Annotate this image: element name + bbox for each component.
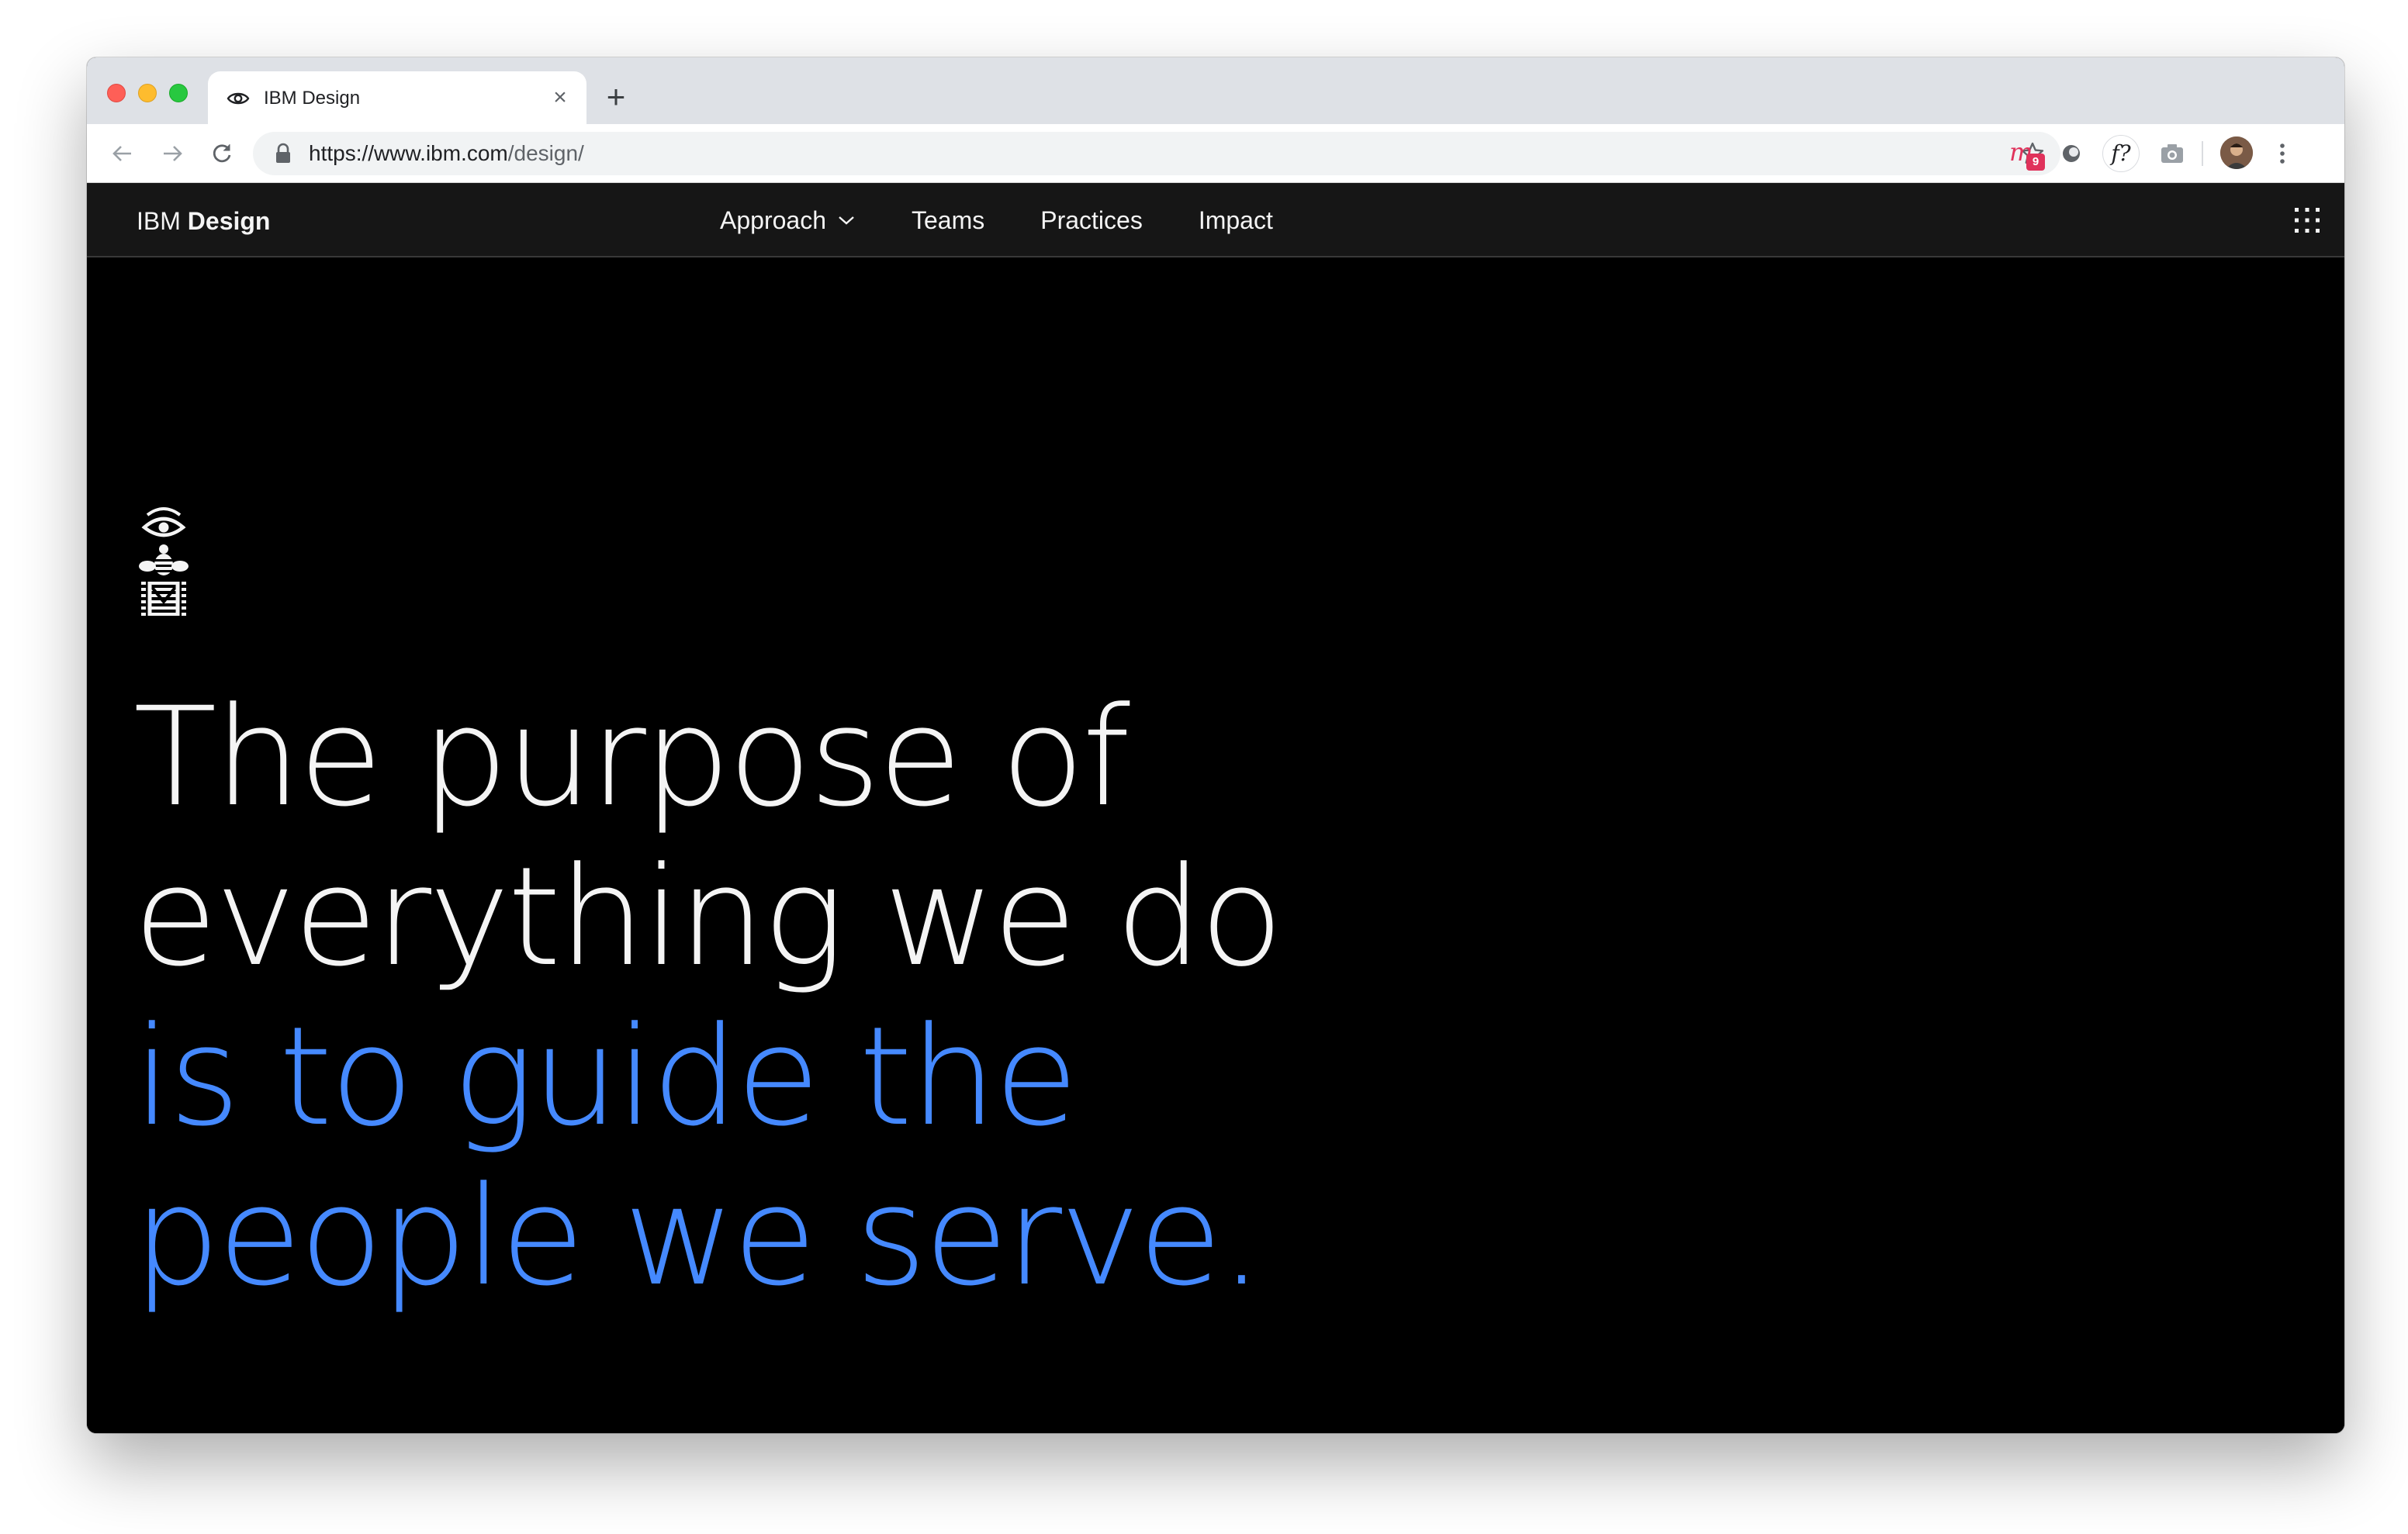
brand-link[interactable]: IBM Design [137,206,270,236]
headline-line: everything we do [133,838,1283,997]
nav-item-impact[interactable]: Impact [1171,183,1301,257]
brand-name: Design [187,207,271,235]
hero-headline: The purpose of everything we do is to gu… [133,678,1283,1317]
tab-strip: IBM Design × + [87,57,2344,124]
reload-button[interactable] [206,138,237,169]
nav-item-teams[interactable]: Teams [884,183,1012,257]
back-button[interactable] [107,138,138,169]
close-tab-icon[interactable]: × [549,86,571,109]
page-content: IBM Design Approach Teams Practices Impa… [87,183,2344,1433]
url-host: https://www.ibm.com [309,141,508,165]
extension-font-icon[interactable]: f? [2102,135,2140,172]
camera-icon[interactable] [2158,140,2186,168]
extension-badge: 9 [2026,154,2045,171]
profile-avatar[interactable] [2220,136,2253,169]
browser-tab[interactable]: IBM Design × [208,71,586,124]
nav-item-approach[interactable]: Approach [692,183,884,257]
nav-item-label: Teams [911,206,985,234]
eye-icon [227,92,250,105]
address-bar[interactable]: https://www.ibm.com/design/ [253,132,2060,175]
new-tab-button[interactable]: + [602,81,630,113]
avatar-image [2220,136,2253,169]
masthead: IBM Design Approach Teams Practices Impa… [87,183,2344,257]
app-switcher-icon[interactable] [2293,206,2321,234]
browser-window: IBM Design × + https://www.ibm.com/desig… [87,57,2344,1433]
main-nav: Approach Teams Practices Impact [692,183,1301,257]
lock-icon [276,143,290,163]
maximize-window-button[interactable] [169,84,188,102]
url-path: /design/ [507,141,584,165]
nav-item-label: Approach [720,206,826,234]
url-text: https://www.ibm.com/design/ [309,141,584,166]
eye-bee-m-logo [139,507,189,616]
minimize-window-button[interactable] [138,84,157,102]
headline-line-accent: people we serve. [133,1157,1263,1316]
brand-prefix: IBM [137,207,181,235]
nav-item-label: Impact [1198,206,1273,234]
extension-m-icon[interactable]: m 9 [2009,140,2045,171]
browser-toolbar: https://www.ibm.com/design/ m 9 f? [87,124,2344,183]
close-window-button[interactable] [107,84,126,102]
chevron-down-icon [839,216,854,225]
nav-item-practices[interactable]: Practices [1012,183,1171,257]
more-menu-icon[interactable] [2276,141,2289,166]
headline-line: The purpose of [133,678,1130,837]
extension-circle-icon[interactable] [2057,140,2085,168]
headline-line-accent: is to guide the [133,997,1078,1156]
nav-item-label: Practices [1040,206,1143,234]
arrow-right-icon [164,146,182,161]
forward-button[interactable] [157,138,188,169]
tab-title: IBM Design [264,88,361,109]
reload-icon [213,144,231,163]
toolbar-divider [2202,141,2203,166]
arrow-left-icon [112,146,131,161]
